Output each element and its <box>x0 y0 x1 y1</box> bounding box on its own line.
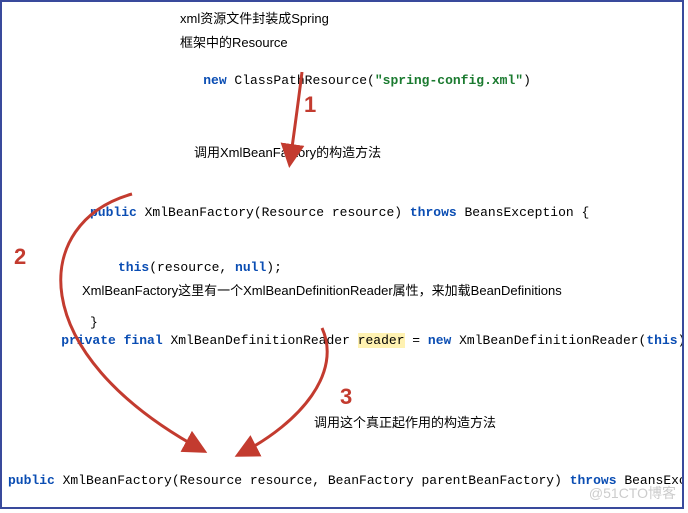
c2-l1-mid: XmlBeanFactory(Resource resource) <box>137 205 410 220</box>
kw-this: this <box>118 260 149 275</box>
step-number-1: 1 <box>304 90 316 121</box>
kw-private: private <box>61 333 116 348</box>
c4-line1: public XmlBeanFactory(Resource resource,… <box>8 472 684 490</box>
kw-throws: throws <box>410 205 457 220</box>
code1-cls: ClassPathResource( <box>227 73 375 88</box>
c3-reader-hl: reader <box>358 333 405 348</box>
watermark: @51CTO博客 <box>589 483 676 503</box>
comment-1-line1: xml资源文件封装成Spring <box>180 10 329 28</box>
c3-mid2: XmlBeanDefinitionReader( <box>451 333 646 348</box>
kw-new: new <box>203 73 226 88</box>
code-block-3: private final XmlBeanDefinitionReader re… <box>30 314 684 369</box>
step-number-3: 3 <box>340 382 352 413</box>
code-block-4: public XmlBeanFactory(Resource resource,… <box>8 436 684 509</box>
kw-this2: this <box>646 333 677 348</box>
c2-line2: this(resource, null); <box>90 259 589 277</box>
kw-public2: public <box>8 473 55 488</box>
c2-l1-end: BeansException { <box>457 205 590 220</box>
c2-l2-mid: (resource, <box>149 260 235 275</box>
kw-new2: new <box>428 333 451 348</box>
kw-final: final <box>116 333 163 348</box>
comment-4: 调用这个真正起作用的构造方法 <box>314 414 496 432</box>
code1-end: ) <box>523 73 531 88</box>
code1-str: "spring-config.xml" <box>375 73 523 88</box>
kw-null: null <box>235 260 266 275</box>
c3-end: ); <box>678 333 684 348</box>
code-block-1: new ClassPathResource("spring-config.xml… <box>172 54 531 109</box>
step-number-2: 2 <box>14 242 26 273</box>
comment-1-line2: 框架中的Resource <box>180 34 288 52</box>
c3-eq: = <box>405 333 428 348</box>
kw-public: public <box>90 205 137 220</box>
c4-l1-mid: XmlBeanFactory(Resource resource, BeanFa… <box>55 473 570 488</box>
comment-2: 调用XmlBeanFactory的构造方法 <box>194 144 381 162</box>
comment-3: XmlBeanFactory这里有一个XmlBeanDefinitionRead… <box>82 282 562 300</box>
c3-mid1: XmlBeanDefinitionReader <box>163 333 358 348</box>
c2-line1: public XmlBeanFactory(Resource resource)… <box>90 204 589 222</box>
c2-l2-end: ); <box>266 260 282 275</box>
diagram-frame: xml资源文件封装成Spring 框架中的Resource new ClassP… <box>0 0 684 509</box>
